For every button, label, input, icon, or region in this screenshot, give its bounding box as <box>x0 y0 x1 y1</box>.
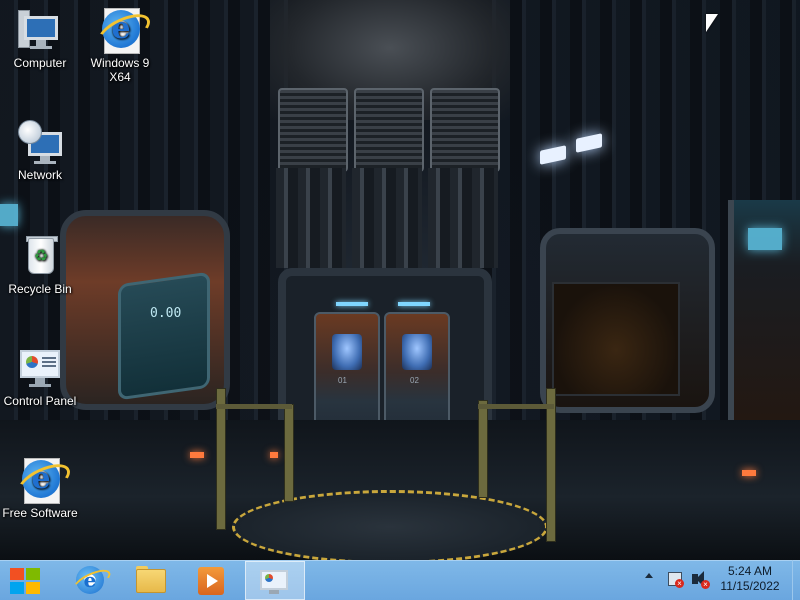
wallpaper-light-strip <box>398 302 430 306</box>
desktop-icon-label: Windows 9 X64 <box>90 56 150 84</box>
desktop-icon-label: Recycle Bin <box>8 282 72 296</box>
desktop-icon-windows-9-x64[interactable]: e Windows 9 X64 <box>75 7 165 84</box>
start-button[interactable] <box>0 561 56 600</box>
recycle-bin-icon: ♻ <box>18 234 62 278</box>
wallpaper-railing-post <box>284 404 294 502</box>
desktop-wallpaper: 0.00 01 02 <box>0 0 800 560</box>
wallpaper-blue-light <box>0 204 18 226</box>
taskbar-internet-explorer[interactable]: e <box>62 561 118 600</box>
wallpaper-door-window <box>402 334 432 370</box>
desktop-icon-label: Computer <box>13 56 67 70</box>
wallpaper-railing-bar <box>478 404 554 409</box>
taskbar-file-explorer[interactable] <box>122 561 178 600</box>
wallpaper-railing-post <box>546 388 556 542</box>
wallpaper-railing-bar <box>216 404 292 409</box>
wallpaper-panel-screen <box>118 271 210 401</box>
wallpaper-shaft <box>352 168 422 268</box>
taskbar-control-panel[interactable] <box>245 561 305 600</box>
wallpaper-blue-light <box>748 228 782 250</box>
wallpaper-panel-readout: 0.00 <box>150 306 182 321</box>
wallpaper-vent <box>354 88 424 172</box>
wallpaper-light-strip <box>336 302 368 306</box>
windows-logo-icon <box>10 568 40 594</box>
taskbar-clock[interactable]: 5:24 AM 11/15/2022 <box>716 564 784 594</box>
desktop-icon-label: Control Panel <box>3 394 77 408</box>
desktop-icon-network[interactable]: Network <box>0 120 85 182</box>
desktop-icon-label: Free Software <box>2 506 78 520</box>
desktop-icon-control-panel[interactable]: Control Panel <box>0 346 85 408</box>
show-hidden-icons-icon[interactable] <box>645 573 653 578</box>
wallpaper-railing-post <box>478 400 488 498</box>
wallpaper-vent <box>430 88 500 172</box>
desktop-icon-free-software[interactable]: e Free Software <box>0 457 85 520</box>
wallpaper-door-number: 02 <box>410 376 419 385</box>
wallpaper-right-window <box>552 282 680 396</box>
wallpaper-railing-post <box>216 388 226 530</box>
wallpaper-vent <box>278 88 348 172</box>
internet-explorer-icon: e <box>93 7 155 55</box>
show-desktop-button[interactable] <box>792 560 800 600</box>
wallpaper-door-number: 01 <box>338 376 347 385</box>
taskbar-media-player[interactable] <box>182 561 238 600</box>
wallpaper-shaft <box>276 168 346 268</box>
wallpaper-red-light <box>270 452 278 458</box>
wallpaper-door-window <box>332 334 362 370</box>
wallpaper-red-light <box>742 470 756 476</box>
desktop-icon-recycle-bin[interactable]: ♻ Recycle Bin <box>0 234 85 296</box>
mouse-cursor <box>706 14 718 32</box>
clock-time: 5:24 AM <box>727 564 773 578</box>
network-icon <box>18 120 62 164</box>
desktop-icon-computer[interactable]: Computer <box>0 8 85 70</box>
clock-date: 11/15/2022 <box>720 579 780 593</box>
control-panel-icon <box>18 346 62 390</box>
desktop-icon-label: Network <box>17 168 62 182</box>
computer-icon <box>18 8 62 52</box>
internet-explorer-icon: e <box>13 457 75 505</box>
wallpaper-red-light <box>190 452 204 458</box>
wallpaper-shaft <box>428 168 498 268</box>
wallpaper-landing-pad <box>232 490 548 560</box>
